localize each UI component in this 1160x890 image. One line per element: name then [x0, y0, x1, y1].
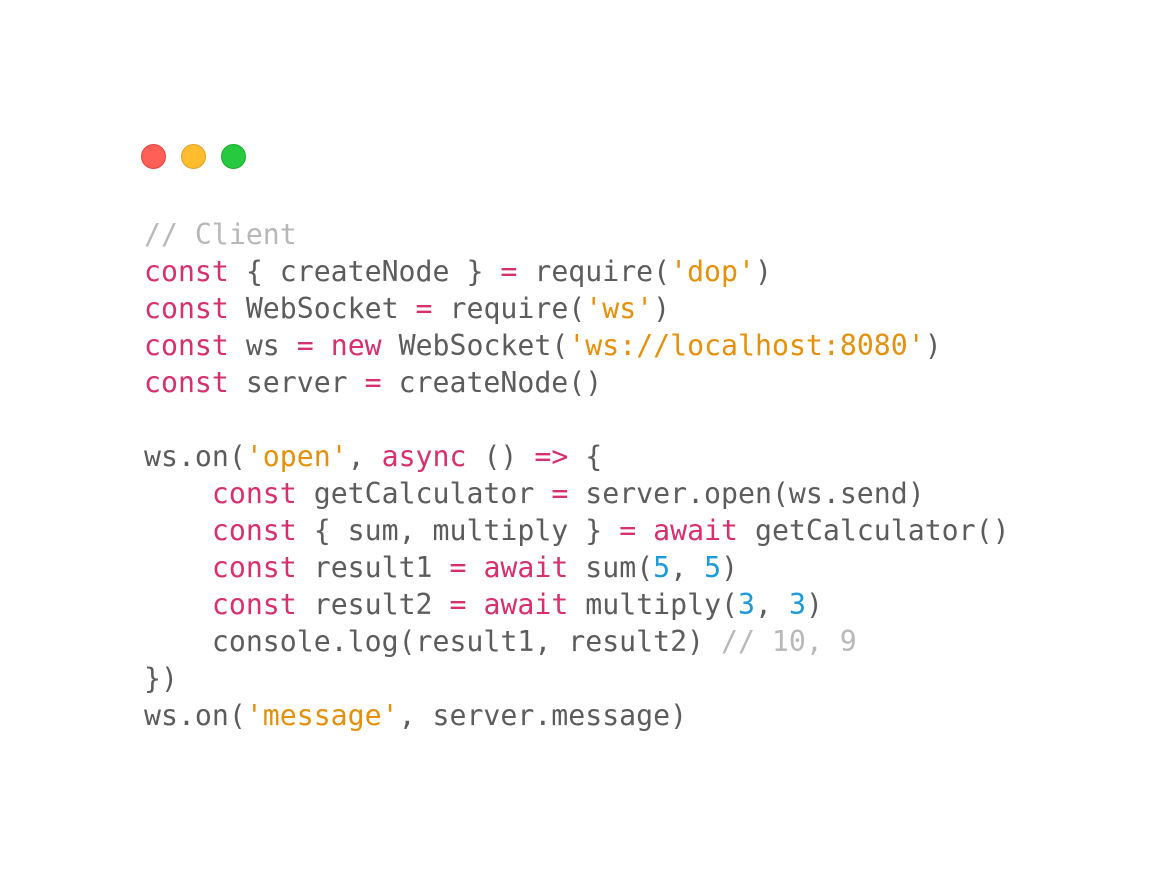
code-token: const: [144, 292, 229, 325]
code-token: await: [483, 588, 569, 621]
minimize-button[interactable]: [181, 144, 206, 169]
code-token: =: [415, 292, 433, 325]
code-token: 5: [653, 551, 671, 584]
code-token: =: [500, 255, 518, 288]
code-token: =: [296, 329, 314, 362]
code-token: (): [466, 440, 535, 473]
code-line: ws.on('open', async () => {: [144, 438, 1010, 475]
code-line: ws.on('message', server.message): [144, 697, 1010, 734]
code-token: require(: [432, 292, 586, 325]
code-token: await: [653, 514, 739, 547]
window-controls: [141, 144, 246, 169]
code-token: ws.on(: [144, 440, 246, 473]
code-token: =: [449, 551, 467, 584]
code-token: 'ws://localhost:8080': [568, 329, 925, 362]
code-token: ws: [228, 329, 297, 362]
code-token: 'message': [245, 699, 399, 732]
code-token: ): [805, 588, 823, 621]
code-token: // Client: [144, 218, 297, 251]
code-line: const result1 = await sum(5, 5): [144, 549, 1010, 586]
code-line: const { sum, multiply } = await getCalcu…: [144, 512, 1010, 549]
code-block: // Client const { createNode } = require(…: [144, 216, 1010, 734]
code-token: =>: [534, 440, 569, 473]
code-token: WebSocket: [228, 292, 416, 325]
code-token: createNode(): [381, 366, 603, 399]
code-token: }): [144, 662, 178, 695]
code-line: console.log(result1, result2) // 10, 9: [144, 623, 1010, 660]
code-token: =: [364, 366, 382, 399]
code-token: ): [721, 551, 739, 584]
code-line: }): [144, 660, 1010, 697]
code-token: { sum, multiply }: [296, 514, 620, 547]
code-line: const getCalculator = server.open(ws.sen…: [144, 475, 1010, 512]
code-token: sum(: [568, 551, 654, 584]
code-line: const server = createNode(): [144, 364, 1010, 401]
code-token: 'ws': [585, 292, 654, 325]
zoom-button[interactable]: [221, 144, 246, 169]
close-button[interactable]: [141, 144, 166, 169]
code-window: // Client const { createNode } = require(…: [0, 0, 1160, 890]
code-token: 5: [704, 551, 722, 584]
code-token: require(: [517, 255, 671, 288]
code-token: 3: [788, 588, 806, 621]
code-token: getCalculator: [296, 477, 552, 510]
code-token: const: [144, 329, 229, 362]
code-token: ): [653, 292, 671, 325]
code-token: 3: [738, 588, 755, 621]
code-token: await: [483, 551, 569, 584]
code-token: =: [551, 477, 569, 510]
code-token: getCalculator(): [738, 514, 1010, 547]
code-token: ,: [347, 440, 382, 473]
code-token: const: [211, 588, 297, 621]
code-token: const: [144, 255, 229, 288]
code-token: server: [228, 366, 365, 399]
code-token: console.log(result1, result2): [144, 625, 721, 658]
code-token: const: [211, 477, 297, 510]
code-token: result1: [296, 551, 450, 584]
code-line: const { createNode } = require('dop'): [144, 253, 1010, 290]
code-token: ws.on(: [144, 699, 246, 732]
code-token: , server.message): [398, 699, 688, 732]
code-token: // 10, 9: [721, 625, 857, 658]
code-line: const result2 = await multiply(3, 3): [144, 586, 1010, 623]
code-token: { createNode }: [228, 255, 501, 288]
code-token: ): [754, 255, 772, 288]
code-token: ,: [755, 588, 789, 621]
code-token: const: [211, 551, 297, 584]
code-token: const: [144, 366, 229, 399]
code-token: ): [924, 329, 942, 362]
code-line: const ws = new WebSocket('ws://localhost…: [144, 327, 1010, 364]
code-token: 'dop': [670, 255, 755, 288]
code-token: multiply(: [568, 588, 739, 621]
code-token: new: [330, 329, 382, 362]
code-token: server.open(ws.send): [568, 477, 925, 510]
code-line: const WebSocket = require('ws'): [144, 290, 1010, 327]
code-token: =: [619, 514, 637, 547]
code-token: {: [568, 440, 603, 473]
code-token: const: [211, 514, 297, 547]
code-token: WebSocket(: [381, 329, 569, 362]
code-token: result2: [296, 588, 450, 621]
code-token: ,: [670, 551, 705, 584]
code-line: // Client: [144, 216, 1010, 253]
code-token: async: [381, 440, 467, 473]
code-token: =: [449, 588, 467, 621]
code-token: 'open': [245, 440, 348, 473]
